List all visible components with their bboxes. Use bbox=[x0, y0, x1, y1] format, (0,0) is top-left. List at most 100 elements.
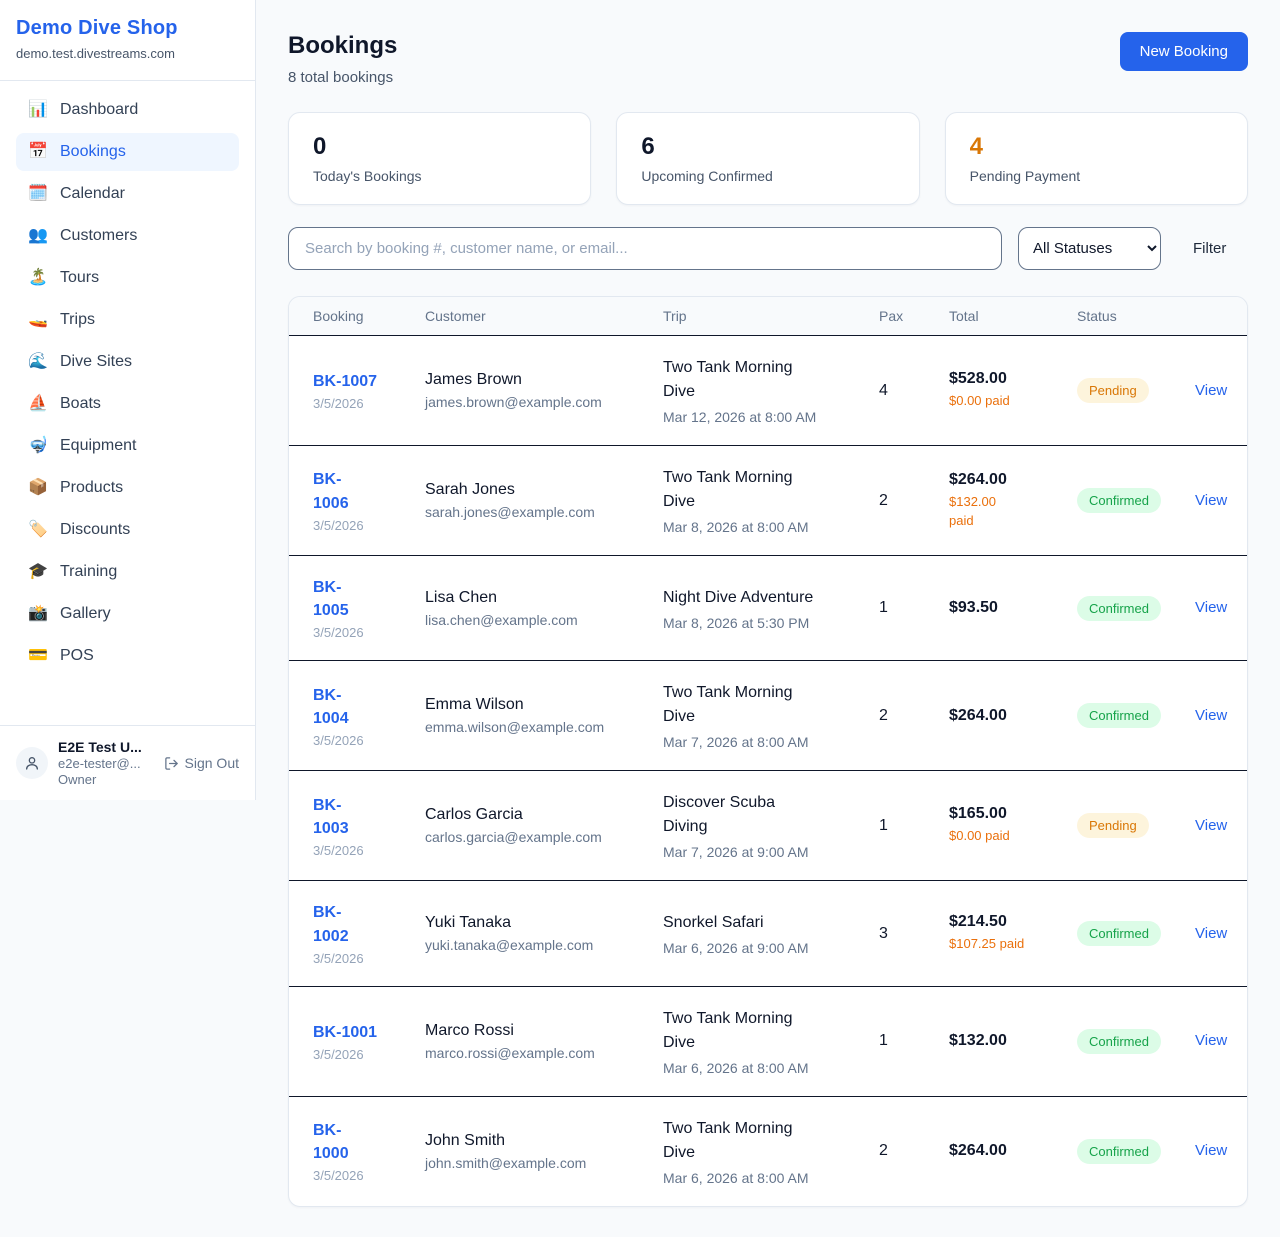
sidebar-item-label: Gallery bbox=[60, 605, 111, 623]
view-link[interactable]: View bbox=[1195, 492, 1227, 509]
app-domain: demo.test.divestreams.com bbox=[16, 46, 239, 61]
sidebar-item-gallery[interactable]: 📸 Gallery bbox=[16, 595, 239, 633]
view-link[interactable]: View bbox=[1195, 817, 1227, 834]
col-booking: Booking bbox=[289, 297, 425, 335]
customer-name: Marco Rossi bbox=[425, 1022, 653, 1040]
table-row: BK-1007 3/5/2026 James Brown james.brown… bbox=[289, 336, 1247, 446]
trip-name: Night Dive Adventure bbox=[663, 586, 869, 610]
pax-count: 2 bbox=[879, 492, 888, 509]
table-body: BK-1007 3/5/2026 James Brown james.brown… bbox=[289, 336, 1247, 1206]
filter-button[interactable]: Filter bbox=[1193, 240, 1226, 257]
pax-count: 1 bbox=[879, 1032, 888, 1049]
pax-count: 2 bbox=[879, 1142, 888, 1159]
total-amount: $93.50 bbox=[949, 599, 1067, 617]
sidebar-item-pos[interactable]: 💳 POS bbox=[16, 637, 239, 675]
customer-email: yuki.tanaka@example.com bbox=[425, 937, 653, 953]
customer-name: Carlos Garcia bbox=[425, 806, 653, 824]
booking-id-link[interactable]: BK- 1005 bbox=[313, 576, 415, 622]
status-select[interactable]: All Statuses bbox=[1018, 227, 1161, 270]
nav-item-icon: 📸 bbox=[28, 606, 48, 622]
total-amount: $132.00 bbox=[949, 1032, 1067, 1050]
total-amount: $264.00 bbox=[949, 471, 1067, 489]
col-pax: Pax bbox=[879, 297, 949, 335]
table-row: BK- 1004 3/5/2026 Emma Wilson emma.wilso… bbox=[289, 661, 1247, 771]
sidebar-item-training[interactable]: 🎓 Training bbox=[16, 553, 239, 591]
stat-card-today-s-bookings: 0 Today's Bookings bbox=[288, 112, 591, 205]
sidebar-item-trips[interactable]: 🚤 Trips bbox=[16, 301, 239, 339]
total-amount: $165.00 bbox=[949, 805, 1067, 823]
bookings-table: Booking Customer Trip Pax Total Status B… bbox=[288, 296, 1248, 1207]
col-status: Status bbox=[1077, 297, 1195, 335]
sidebar-item-label: Boats bbox=[60, 395, 101, 413]
col-action bbox=[1195, 297, 1248, 335]
sidebar-item-customers[interactable]: 👥 Customers bbox=[16, 217, 239, 255]
app-title: Demo Dive Shop bbox=[16, 17, 239, 40]
status-badge: Confirmed bbox=[1077, 703, 1161, 728]
booking-date: 3/5/2026 bbox=[313, 1168, 415, 1183]
status-badge: Confirmed bbox=[1077, 488, 1161, 513]
booking-id-link[interactable]: BK- 1004 bbox=[313, 684, 415, 730]
user-icon bbox=[24, 755, 40, 771]
status-badge: Confirmed bbox=[1077, 1029, 1161, 1054]
sign-out-icon bbox=[164, 756, 179, 771]
brand-link[interactable]: Demo Dive Shop demo.test.divestreams.com bbox=[0, 0, 255, 81]
sidebar-item-tours[interactable]: 🏝️ Tours bbox=[16, 259, 239, 297]
booking-id-link[interactable]: BK- 1002 bbox=[313, 901, 415, 947]
nav-item-icon: 👥 bbox=[28, 228, 48, 244]
sidebar-item-calendar[interactable]: 🗓️ Calendar bbox=[16, 175, 239, 213]
col-customer: Customer bbox=[425, 297, 663, 335]
booking-date: 3/5/2026 bbox=[313, 625, 415, 640]
sidebar-item-label: Discounts bbox=[60, 521, 130, 539]
table-row: BK- 1005 3/5/2026 Lisa Chen lisa.chen@ex… bbox=[289, 556, 1247, 661]
customer-name: Emma Wilson bbox=[425, 696, 653, 714]
sidebar-item-boats[interactable]: ⛵ Boats bbox=[16, 385, 239, 423]
sign-out-button[interactable]: Sign Out bbox=[164, 755, 239, 771]
sign-out-label: Sign Out bbox=[185, 755, 239, 771]
booking-id-link[interactable]: BK-1007 bbox=[313, 370, 415, 393]
trip-name: Two Tank Morning Dive bbox=[663, 1007, 869, 1055]
sidebar-item-equipment[interactable]: 🤿 Equipment bbox=[16, 427, 239, 465]
stat-label: Today's Bookings bbox=[313, 168, 566, 184]
view-link[interactable]: View bbox=[1195, 1032, 1227, 1049]
sidebar-item-products[interactable]: 📦 Products bbox=[16, 469, 239, 507]
stat-label: Pending Payment bbox=[970, 168, 1223, 184]
search-input[interactable] bbox=[288, 227, 1002, 270]
new-booking-button[interactable]: New Booking bbox=[1120, 32, 1248, 71]
sidebar-user-footer: E2E Test U... e2e-tester@... Owner Sign … bbox=[0, 725, 255, 800]
booking-id-link[interactable]: BK- 1000 bbox=[313, 1119, 415, 1165]
sidebar: Demo Dive Shop demo.test.divestreams.com… bbox=[0, 0, 256, 800]
nav-item-icon: 🤿 bbox=[28, 438, 48, 454]
sidebar-item-label: Tours bbox=[60, 269, 99, 287]
view-link[interactable]: View bbox=[1195, 599, 1227, 616]
trip-name: Two Tank Morning Dive bbox=[663, 681, 869, 729]
booking-id-link[interactable]: BK-1001 bbox=[313, 1021, 415, 1044]
booking-id-link[interactable]: BK- 1006 bbox=[313, 468, 415, 514]
view-link[interactable]: View bbox=[1195, 925, 1227, 942]
sidebar-item-discounts[interactable]: 🏷️ Discounts bbox=[16, 511, 239, 549]
customer-name: Lisa Chen bbox=[425, 589, 653, 607]
avatar bbox=[16, 747, 48, 779]
trip-time: Mar 7, 2026 at 8:00 AM bbox=[663, 734, 869, 750]
paid-amount: $107.25 paid bbox=[949, 935, 1067, 954]
paid-amount: $132.00 paid bbox=[949, 493, 1067, 531]
page-title: Bookings bbox=[288, 32, 397, 60]
sidebar-item-bookings[interactable]: 📅 Bookings bbox=[16, 133, 239, 171]
customer-name: John Smith bbox=[425, 1132, 653, 1150]
trip-time: Mar 6, 2026 at 8:00 AM bbox=[663, 1170, 869, 1186]
total-amount: $214.50 bbox=[949, 913, 1067, 931]
booking-date: 3/5/2026 bbox=[313, 518, 415, 533]
sidebar-nav: 📊 Dashboard 📅 Bookings 🗓️ Calendar 👥 Cus… bbox=[0, 81, 255, 725]
sidebar-item-label: Dashboard bbox=[60, 101, 138, 119]
user-email: e2e-tester@... bbox=[58, 756, 154, 771]
trip-name: Discover Scuba Diving bbox=[663, 791, 869, 839]
booking-id-link[interactable]: BK- 1003 bbox=[313, 794, 415, 840]
stats-cards: 0 Today's Bookings 6 Upcoming Confirmed … bbox=[288, 112, 1248, 205]
nav-item-icon: 🏷️ bbox=[28, 522, 48, 538]
paid-amount: $0.00 paid bbox=[949, 392, 1067, 411]
sidebar-item-dashboard[interactable]: 📊 Dashboard bbox=[16, 91, 239, 129]
view-link[interactable]: View bbox=[1195, 382, 1227, 399]
view-link[interactable]: View bbox=[1195, 1142, 1227, 1159]
sidebar-item-dive-sites[interactable]: 🌊 Dive Sites bbox=[16, 343, 239, 381]
view-link[interactable]: View bbox=[1195, 707, 1227, 724]
user-info: E2E Test U... e2e-tester@... Owner bbox=[58, 739, 154, 787]
